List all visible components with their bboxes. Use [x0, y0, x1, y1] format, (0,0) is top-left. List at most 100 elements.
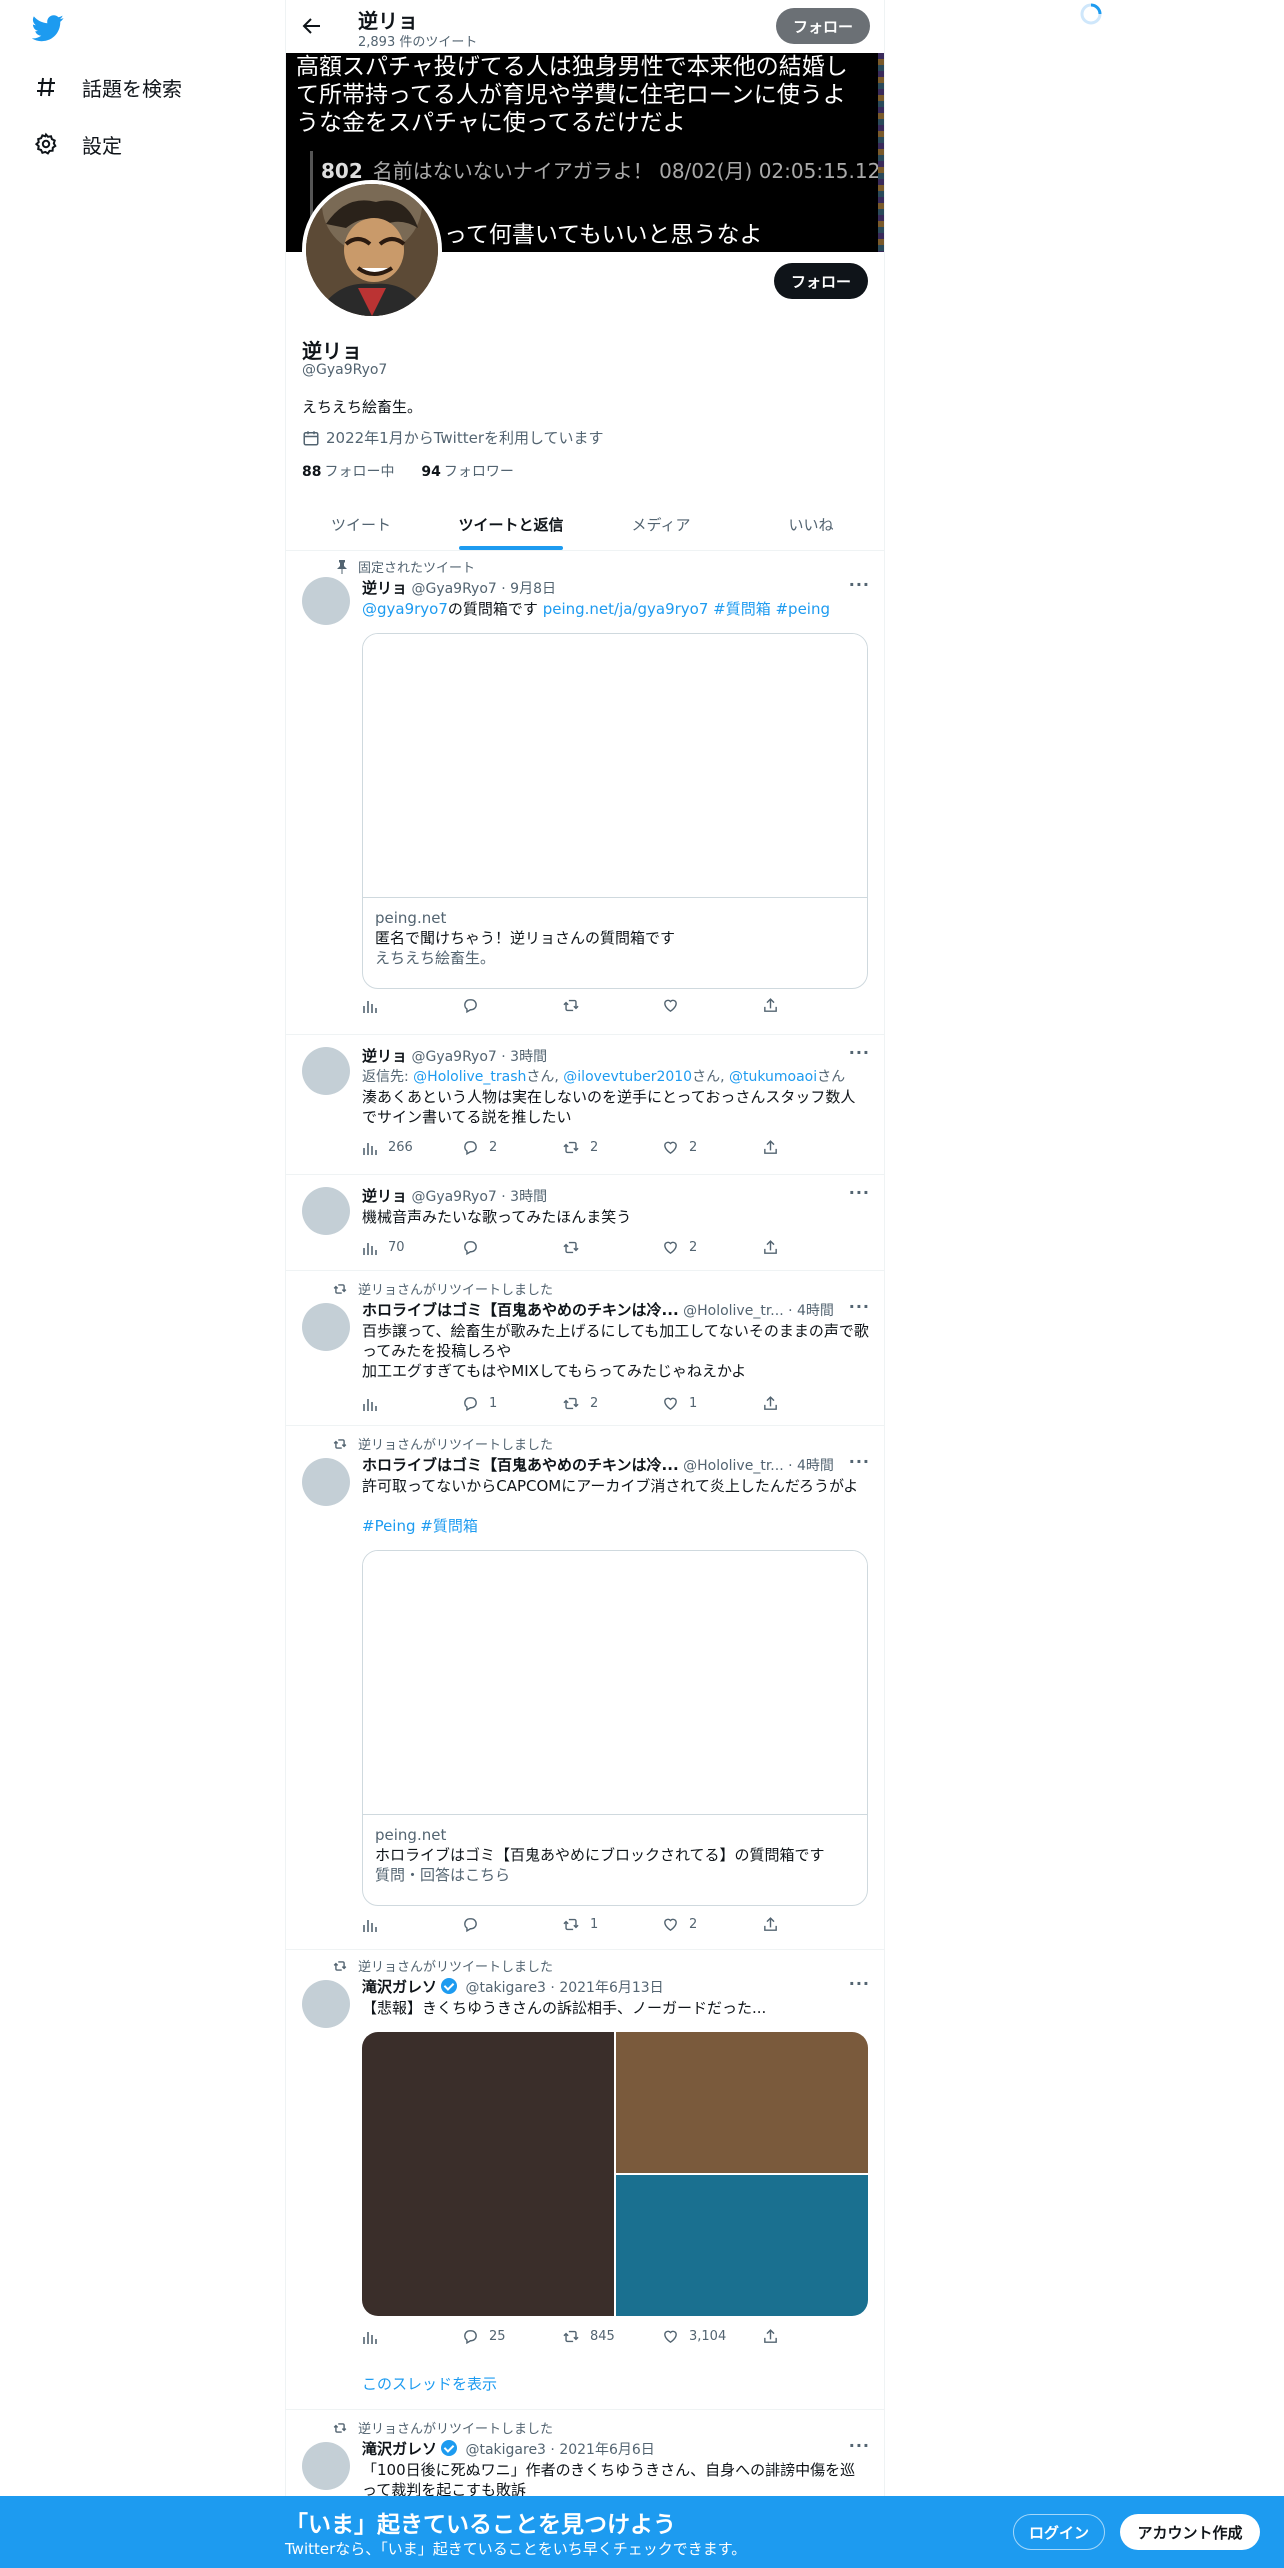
- share-button[interactable]: [762, 2328, 789, 2345]
- views-button[interactable]: [362, 1395, 462, 1412]
- retweeted-by-label[interactable]: 逆リョさんがリツイートしました: [358, 2418, 553, 2437]
- tweet-actions: [362, 997, 792, 1014]
- login-button[interactable]: ログイン: [1013, 2514, 1105, 2550]
- views-icon: [363, 1000, 377, 1013]
- tweet-meta: @Gya9Ryo7 · 3時間: [411, 1049, 548, 1065]
- tweet-retweeted[interactable]: 逆リョさんがリツイートしました 滝沢ガレソ @takigare3 · 2021年…: [286, 1950, 884, 2410]
- pin-icon: [330, 559, 348, 574]
- avatar[interactable]: [302, 577, 350, 625]
- avatar[interactable]: [302, 1303, 350, 1351]
- tab-likes[interactable]: いいね: [736, 498, 884, 550]
- views-icon: [363, 1398, 377, 1411]
- tweet-author-name[interactable]: 滝沢ガレソ: [362, 1978, 437, 1996]
- reply-mention-link[interactable]: @ilovevtuber2010: [563, 1069, 692, 1085]
- following-link[interactable]: 88 フォロー中: [302, 464, 394, 480]
- header-follow-button[interactable]: フォロー: [776, 8, 870, 44]
- like-button[interactable]: 2: [662, 1139, 762, 1156]
- like-button[interactable]: [662, 997, 762, 1014]
- link-card[interactable]: peing.net 匿名で聞けちゃう！逆リョさんの質問箱です えちえち絵畜生。: [362, 633, 868, 989]
- tweet-author-name[interactable]: 逆リョ: [362, 1047, 407, 1065]
- share-button[interactable]: [762, 1916, 789, 1933]
- tweet-author-name[interactable]: ホロライブはゴミ【百鬼あやめのチキンは冷...: [362, 1456, 679, 1474]
- profile-avatar[interactable]: [302, 180, 442, 320]
- like-button[interactable]: 1: [662, 1395, 762, 1412]
- nav-explore[interactable]: 話題を検索: [32, 65, 182, 109]
- more-icon[interactable]: ···: [849, 1297, 870, 1316]
- retweet-button[interactable]: [562, 997, 662, 1014]
- tweet-author-name[interactable]: 逆リョ: [362, 579, 407, 597]
- share-button[interactable]: [762, 1395, 789, 1412]
- reply-button[interactable]: [462, 1916, 562, 1933]
- show-thread-link[interactable]: このスレッドを表示: [362, 2374, 870, 2394]
- views-button[interactable]: [362, 2328, 462, 2345]
- tweet-author-name[interactable]: 逆リョ: [362, 1187, 407, 1205]
- media-image[interactable]: [616, 2032, 868, 2173]
- retweet-button[interactable]: [562, 1239, 662, 1256]
- retweeted-by-label[interactable]: 逆リョさんがリツイートしました: [358, 1956, 553, 1975]
- more-icon[interactable]: ···: [849, 1974, 870, 1993]
- retweeted-by-label[interactable]: 逆リョさんがリツイートしました: [358, 1279, 553, 1298]
- tweet-author-name[interactable]: ホロライブはゴミ【百鬼あやめのチキンは冷...: [362, 1301, 679, 1319]
- retweet-button[interactable]: 2: [562, 1139, 662, 1156]
- tab-media[interactable]: メディア: [586, 498, 736, 550]
- more-icon[interactable]: ···: [849, 575, 870, 594]
- reply-button[interactable]: 1: [462, 1395, 562, 1412]
- retweet-button[interactable]: 2: [562, 1395, 662, 1412]
- avatar[interactable]: [302, 1047, 350, 1095]
- more-icon[interactable]: ···: [849, 1043, 870, 1062]
- avatar[interactable]: [302, 2442, 350, 2490]
- follow-button[interactable]: フォロー: [774, 263, 868, 299]
- profile-joined: 2022年1月からTwitterを利用しています: [302, 427, 604, 448]
- card-title: 匿名で聞けちゃう！逆リョさんの質問箱です: [375, 929, 676, 947]
- mention-link[interactable]: @gya9ryo7: [362, 600, 448, 618]
- tweet-pinned[interactable]: 固定されたツイート 逆リョ @Gya9Ryo7 · 9月8日 ··· @gya9…: [286, 551, 884, 1035]
- hashtag-links[interactable]: #Peing #質問箱: [362, 1516, 870, 1536]
- signup-button[interactable]: アカウント作成: [1120, 2514, 1260, 2550]
- like-button[interactable]: 2: [662, 1916, 762, 1933]
- share-button[interactable]: [762, 1239, 789, 1256]
- share-button[interactable]: [762, 1139, 789, 1156]
- like-button[interactable]: 3,104: [662, 2328, 762, 2345]
- tweet-reply[interactable]: 逆リョ @Gya9Ryo7 · 3時間 ··· 返信先: @Hololive_t…: [286, 1035, 884, 1175]
- reply-button[interactable]: 25: [462, 2328, 562, 2345]
- reply-button[interactable]: [462, 997, 562, 1014]
- views-button[interactable]: [362, 1916, 462, 1933]
- avatar[interactable]: [302, 1980, 350, 2028]
- more-icon[interactable]: ···: [849, 1452, 870, 1471]
- reply-button[interactable]: [462, 1239, 562, 1256]
- tab-tweets[interactable]: ツイート: [286, 498, 436, 550]
- more-icon[interactable]: ···: [849, 2436, 870, 2455]
- retweet-button[interactable]: 845: [562, 2328, 662, 2345]
- profile-name: 逆リョ: [302, 339, 362, 363]
- tweet[interactable]: 逆リョ @Gya9Ryo7 · 3時間 ··· 機械音声みたいな歌ってみたほんま…: [286, 1175, 884, 1271]
- reply-count: 25: [489, 2329, 506, 2344]
- reply-mention-link[interactable]: @tukumoaoi: [729, 1069, 817, 1085]
- avatar[interactable]: [302, 1187, 350, 1235]
- views-count: 266: [388, 1140, 413, 1155]
- tab-tweets-and-replies[interactable]: ツイートと返信: [436, 498, 586, 550]
- media-image[interactable]: [616, 2175, 868, 2316]
- reply-button[interactable]: 2: [462, 1139, 562, 1156]
- avatar[interactable]: [302, 1458, 350, 1506]
- media-image[interactable]: [362, 2032, 614, 2316]
- views-button[interactable]: 70: [362, 1239, 462, 1256]
- tweet-author-name[interactable]: 滝沢ガレソ: [362, 2440, 437, 2458]
- url-link[interactable]: peing.net/ja/gya9ryo7 #質問箱 #peing: [543, 600, 830, 618]
- tweet-retweeted[interactable]: 逆リョさんがリツイートしました ホロライブはゴミ【百鬼あやめのチキンは冷... …: [286, 1271, 884, 1426]
- nav-settings[interactable]: 設定: [32, 122, 122, 166]
- back-arrow-icon[interactable]: [300, 14, 324, 38]
- share-button[interactable]: [762, 997, 789, 1014]
- link-card[interactable]: peing.net ホロライブはゴミ【百鬼あやめにブロックされてる】の質問箱です…: [362, 1550, 868, 1906]
- retweet-button[interactable]: 1: [562, 1916, 662, 1933]
- views-icon: [363, 1919, 377, 1932]
- like-button[interactable]: 2: [662, 1239, 762, 1256]
- views-button[interactable]: 266: [362, 1139, 462, 1156]
- retweet-small-icon: [330, 1282, 348, 1296]
- more-icon[interactable]: ···: [849, 1183, 870, 1202]
- followers-link[interactable]: 94 フォロワー: [421, 464, 513, 480]
- twitter-logo-icon[interactable]: [31, 12, 64, 44]
- retweeted-by-label[interactable]: 逆リョさんがリツイートしました: [358, 1434, 553, 1453]
- tweet-retweeted[interactable]: 逆リョさんがリツイートしました ホロライブはゴミ【百鬼あやめのチキンは冷... …: [286, 1426, 884, 1950]
- reply-mention-link[interactable]: @Hololive_trash: [413, 1069, 526, 1085]
- views-button[interactable]: [362, 997, 462, 1014]
